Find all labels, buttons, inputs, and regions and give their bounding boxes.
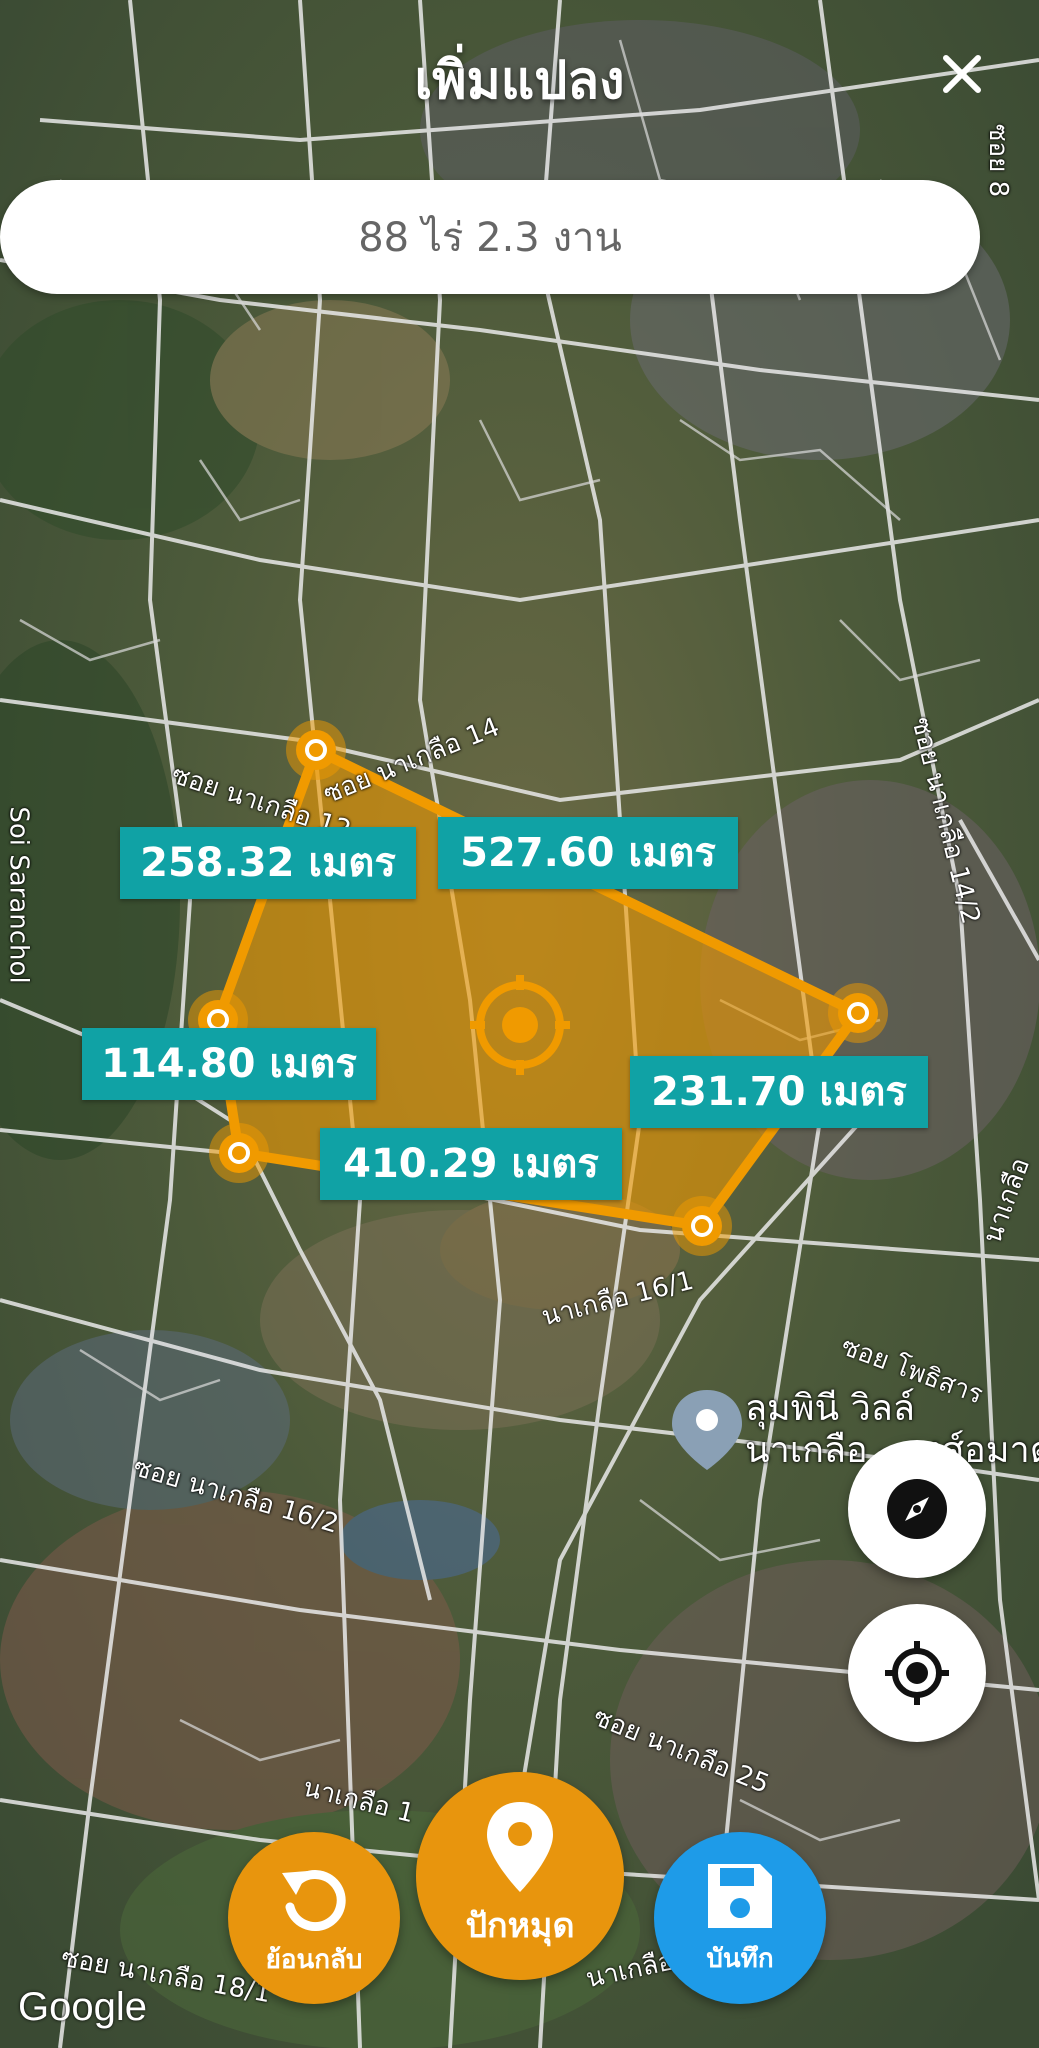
floppy-disk-icon [708, 1863, 772, 1928]
place-name-line1: ลุมพินี วิลล์ [745, 1388, 915, 1429]
compass-icon [887, 1479, 947, 1539]
distance-label: 410.29 เมตร [320, 1128, 622, 1200]
road-label: ซอย 8 [983, 123, 1014, 198]
close-button[interactable] [932, 44, 992, 104]
place-marker-icon[interactable] [672, 1390, 742, 1470]
road-label: Soi Saranchol [3, 806, 34, 984]
pin-label: ปักหมุด [465, 1906, 575, 1946]
distance-label: 258.32 เมตร [120, 827, 416, 899]
vertex-handle[interactable] [209, 1123, 269, 1183]
page-title: เพิ่มแปลง [414, 51, 625, 111]
google-attribution: Google [18, 1985, 147, 2029]
vertex-handle[interactable] [672, 1196, 732, 1256]
area-display: 88 ไร่ 2.3 งาน [0, 180, 980, 294]
vertex-handle[interactable] [828, 983, 888, 1043]
locate-button[interactable] [848, 1604, 986, 1742]
undo-button[interactable]: ย้อนกลับ [228, 1832, 400, 2004]
parcel-overlay [188, 720, 888, 1470]
save-label: บันทึก [706, 1943, 774, 1974]
map-pin-icon [487, 1802, 553, 1892]
area-value: 88 ไร่ 2.3 งาน [358, 215, 622, 261]
distance-label: 114.80 เมตร [82, 1028, 376, 1100]
undo-icon [282, 1869, 346, 1931]
distance-label: 231.70 เมตร [630, 1056, 928, 1128]
save-button[interactable]: บันทึก [654, 1832, 826, 2004]
crosshair-icon [885, 1641, 949, 1705]
compass-button[interactable] [848, 1440, 986, 1578]
undo-label: ย้อนกลับ [265, 1944, 363, 1975]
close-icon [943, 55, 981, 93]
pin-button[interactable]: ปักหมุด [416, 1772, 624, 1980]
distance-label: 527.60 เมตร [438, 817, 738, 889]
